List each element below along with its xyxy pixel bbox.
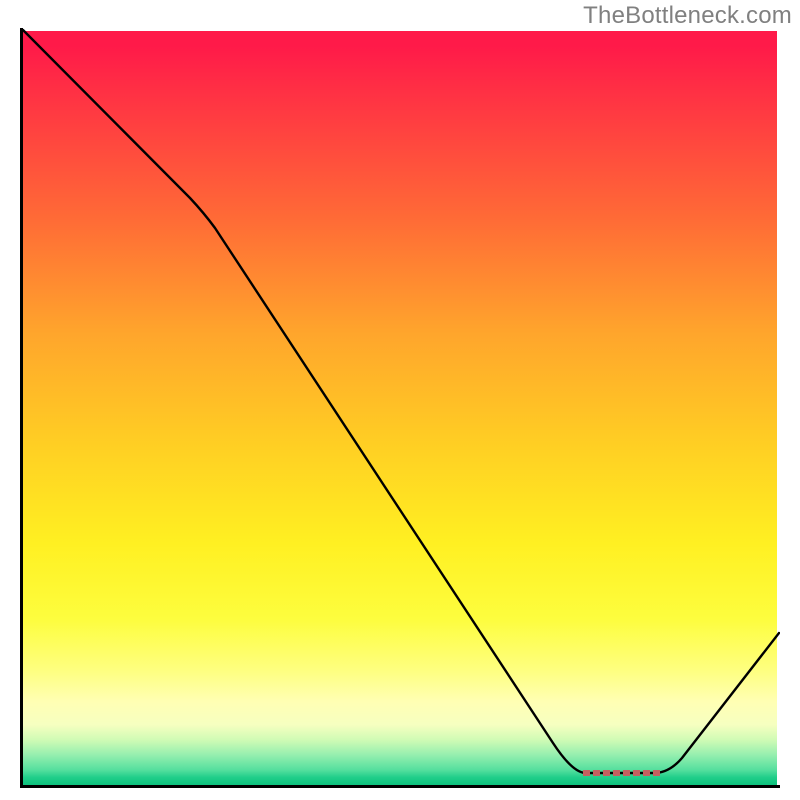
plot-svg (20, 28, 780, 788)
plot-area (20, 28, 780, 788)
watermark-text: TheBottleneck.com (583, 2, 792, 30)
chart-frame: TheBottleneck.com (0, 0, 800, 800)
curve-path (23, 30, 779, 773)
